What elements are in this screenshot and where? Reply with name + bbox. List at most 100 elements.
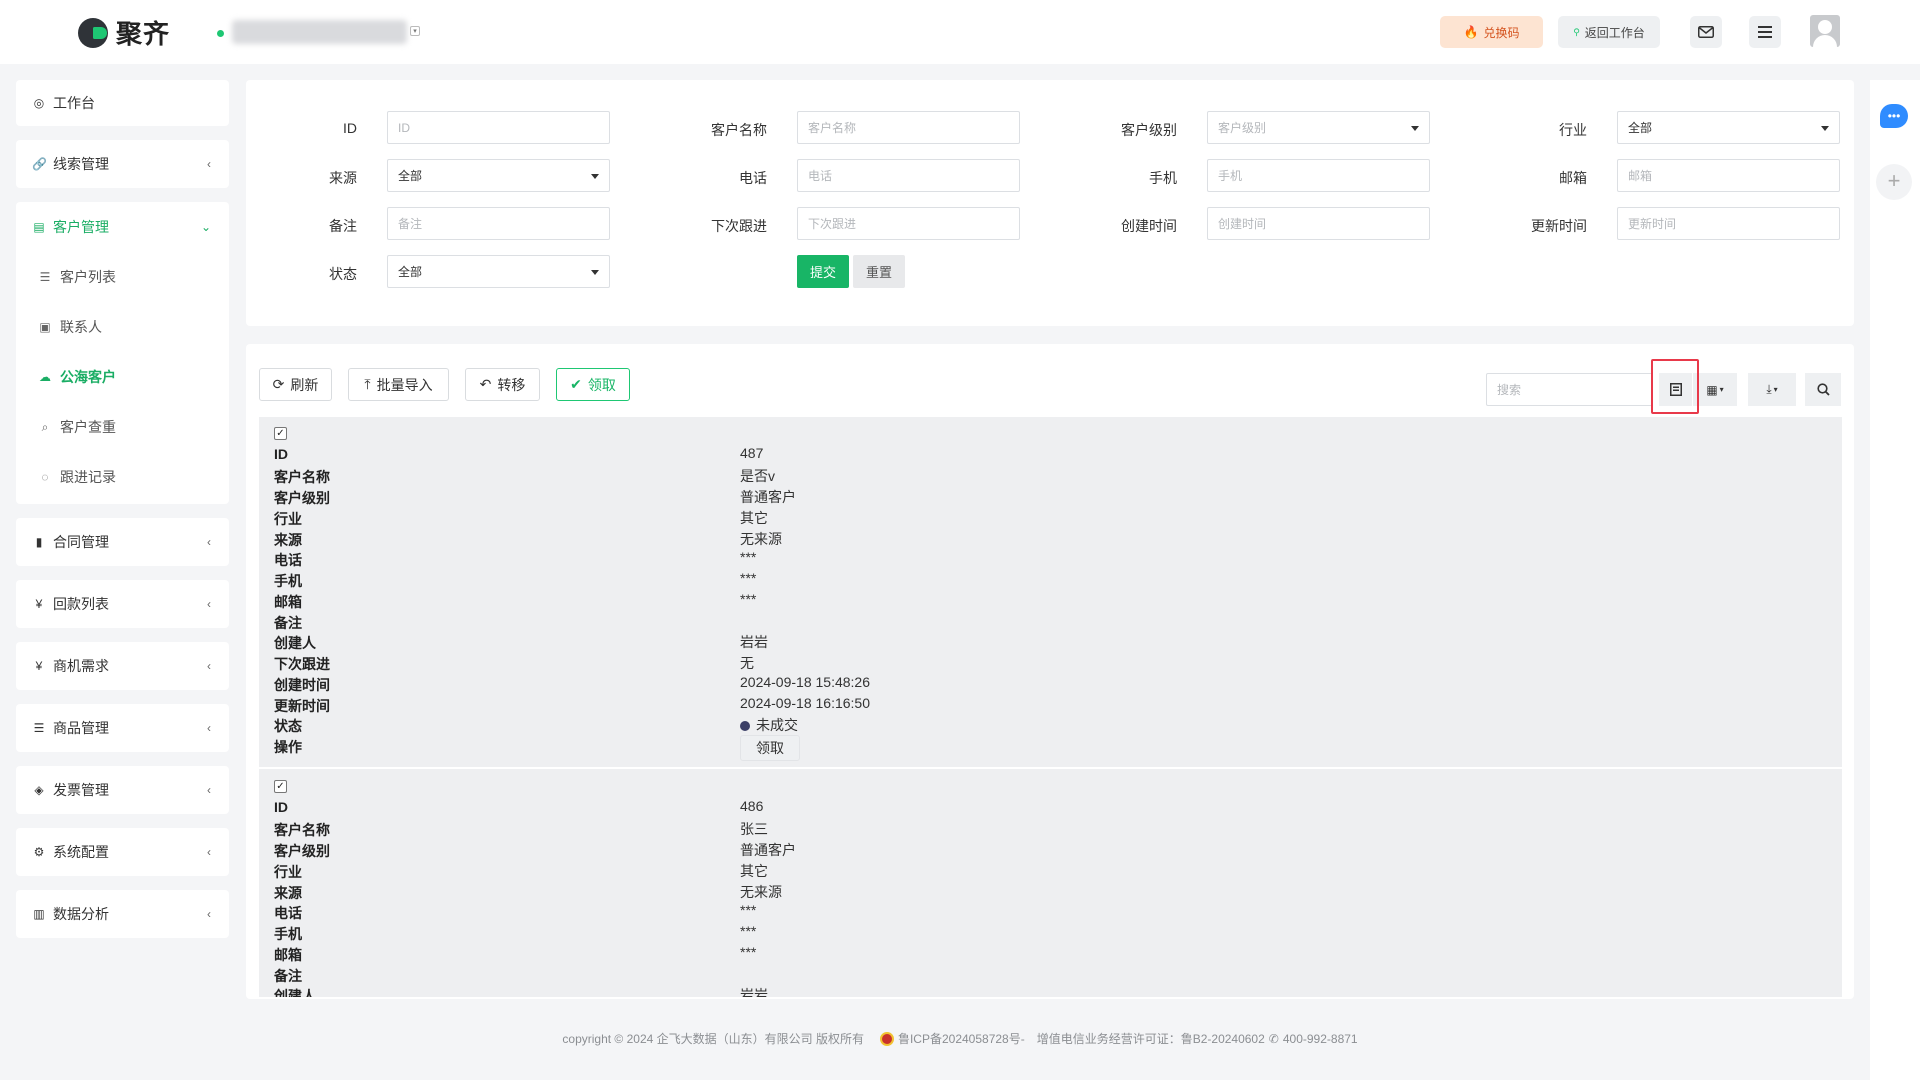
cloud-icon: ☁ — [39, 370, 51, 384]
field-label: 行业 — [274, 511, 302, 527]
chevron-down-icon: ⌄ — [200, 220, 211, 234]
dashboard-icon: ◎ — [33, 96, 45, 110]
refresh-button[interactable]: ⟳ 刷新 — [259, 368, 332, 401]
field-label: 操作 — [274, 739, 302, 755]
transfer-button[interactable]: ↶ 转移 — [465, 368, 540, 401]
sidebar-card-analytics: ▥ 数据分析 ‹ — [16, 890, 229, 938]
company-selector[interactable] — [232, 20, 407, 44]
sidebar-item-settings[interactable]: ⚙ 系统配置 ‹ — [16, 827, 229, 877]
sidebar-item-leads[interactable]: 🔗 线索管理 ‹ — [16, 139, 229, 189]
field-label: 手机 — [274, 926, 302, 942]
redeem-code-label: 兑换码 — [1483, 25, 1520, 40]
app-logo[interactable]: 聚齐 — [78, 14, 170, 51]
field-label: 客户名称 — [274, 469, 330, 485]
reset-button[interactable]: 重置 — [853, 255, 905, 288]
chevron-down-icon[interactable]: ▾ — [410, 26, 420, 36]
sidebar-subitem-label: 公海客户 — [60, 369, 116, 385]
table-search-input[interactable]: 搜索 — [1486, 373, 1653, 406]
filter-mobile-input[interactable]: 手机 — [1207, 159, 1430, 192]
top-header: 聚齐 ▾ 🔥 兑换码 ⚲ 返回工作台 — [0, 0, 1920, 64]
sidebar-item-opportunities[interactable]: ¥ 商机需求 ‹ — [16, 641, 229, 691]
claim-button[interactable]: ✔ 领取 — [556, 368, 630, 401]
search-button[interactable] — [1805, 373, 1841, 406]
grid-icon: ▦ — [1706, 382, 1718, 397]
filter-label-next-followup: 下次跟进 — [711, 218, 767, 234]
online-status-dot — [217, 30, 224, 37]
caret-down-icon — [591, 174, 599, 179]
sidebar-item-products[interactable]: ☰ 商品管理 ‹ — [16, 703, 229, 753]
sidebar-card-settings: ⚙ 系统配置 ‹ — [16, 828, 229, 876]
sidebar-card-leads: 🔗 线索管理 ‹ — [16, 140, 229, 188]
chat-assistant-icon[interactable]: ••• — [1880, 104, 1908, 128]
filter-label-industry: 行业 — [1559, 122, 1587, 138]
menu-icon[interactable] — [1749, 16, 1781, 48]
user-avatar[interactable] — [1810, 15, 1840, 47]
field-label: 手机 — [274, 573, 302, 589]
search-icon: ⚲ — [1573, 26, 1580, 37]
filter-label-source: 来源 — [329, 170, 357, 186]
filter-status-select[interactable]: 全部 — [387, 255, 610, 288]
sidebar-item-workbench[interactable]: ◎ 工作台 — [16, 78, 229, 128]
contact-icon: ▣ — [39, 320, 51, 334]
filter-label-phone: 电话 — [739, 170, 767, 186]
filter-industry-select[interactable]: 全部 — [1617, 111, 1840, 144]
sidebar-subitem-customer-list[interactable]: ☰ 客户列表 — [16, 252, 229, 302]
chevron-left-icon: ‹ — [207, 157, 211, 171]
sidebar-item-label: 回款列表 — [53, 596, 109, 612]
field-value-next-followup: 无 — [740, 655, 754, 671]
refresh-icon: ⟳ — [272, 376, 285, 392]
filter-customer-name-input[interactable]: 客户名称 — [797, 111, 1020, 144]
return-workbench-button[interactable]: ⚲ 返回工作台 — [1558, 16, 1660, 48]
sidebar-subitem-duplicate-check[interactable]: ⌕ 客户查重 — [16, 402, 229, 452]
columns-toggle-button[interactable]: ▦ ▾ — [1693, 373, 1737, 406]
export-button[interactable]: ⤓ ▾ — [1748, 373, 1796, 406]
filter-next-followup-input[interactable]: 下次跟进 — [797, 207, 1020, 240]
chevron-left-icon: ‹ — [207, 535, 211, 549]
filter-phone-input[interactable]: 电话 — [797, 159, 1020, 192]
sidebar-item-payments[interactable]: ¥ 回款列表 ‹ — [16, 579, 229, 629]
sidebar-item-label: 合同管理 — [53, 534, 109, 550]
filter-remark-input[interactable]: 备注 — [387, 207, 610, 240]
field-label: 创建时间 — [274, 677, 330, 693]
caret-down-icon: ▾ — [1773, 385, 1778, 394]
sidebar-item-analytics[interactable]: ▥ 数据分析 ‹ — [16, 889, 229, 939]
field-value-mobile: *** — [740, 923, 757, 939]
sidebar-subitem-contacts[interactable]: ▣ 联系人 — [16, 302, 229, 352]
status-dot-icon — [740, 721, 750, 731]
select-value: 全部 — [398, 169, 423, 183]
mail-icon[interactable] — [1690, 16, 1722, 48]
caret-down-icon — [591, 270, 599, 275]
sidebar-subitem-followups[interactable]: ◌ 跟进记录 — [16, 452, 229, 502]
search-icon — [1816, 383, 1830, 396]
filter-email-input[interactable]: 邮箱 — [1617, 159, 1840, 192]
sidebar-item-label: 商机需求 — [53, 658, 109, 674]
row-checkbox[interactable]: ✓ — [274, 427, 287, 440]
field-label: 更新时间 — [274, 698, 330, 714]
field-label: 电话 — [274, 552, 302, 568]
bar-chart-icon: ▥ — [33, 907, 45, 921]
sidebar-subitem-public-customers[interactable]: ☁ 公海客户 — [16, 352, 229, 402]
filter-source-select[interactable]: 全部 — [387, 159, 610, 192]
chevron-left-icon: ‹ — [207, 845, 211, 859]
field-label: 行业 — [274, 864, 302, 880]
sidebar-item-label: 发票管理 — [53, 782, 109, 798]
sidebar-item-contracts[interactable]: ▮ 合同管理 ‹ — [16, 517, 229, 567]
submit-button[interactable]: 提交 — [797, 255, 849, 288]
row-checkbox[interactable]: ✓ — [274, 780, 287, 793]
filter-customer-level-select[interactable]: 客户级别 — [1207, 111, 1430, 144]
batch-import-button[interactable]: ⤒ 批量导入 — [348, 368, 449, 401]
field-value-customer-level: 普通客户 — [740, 489, 796, 505]
refresh-label: 刷新 — [290, 376, 319, 393]
filter-id-input[interactable]: ID — [387, 111, 610, 144]
filter-updated-at-input[interactable]: 更新时间 — [1617, 207, 1840, 240]
sidebar-item-customers[interactable]: ▤ 客户管理 ⌄ — [16, 202, 229, 252]
sidebar-item-invoices[interactable]: ◈ 发票管理 ‹ — [16, 765, 229, 815]
row-claim-button[interactable]: 领取 — [740, 735, 800, 761]
redeem-code-button[interactable]: 🔥 兑换码 — [1440, 16, 1543, 48]
footer-icp-link[interactable]: 鲁ICP备2024058728号- — [898, 1030, 1025, 1047]
sidebar-item-label: 系统配置 — [53, 844, 109, 860]
filter-label-customer-name: 客户名称 — [711, 122, 767, 138]
field-label: 客户名称 — [274, 822, 330, 838]
plus-icon[interactable]: + — [1876, 164, 1912, 200]
filter-created-at-input[interactable]: 创建时间 — [1207, 207, 1430, 240]
